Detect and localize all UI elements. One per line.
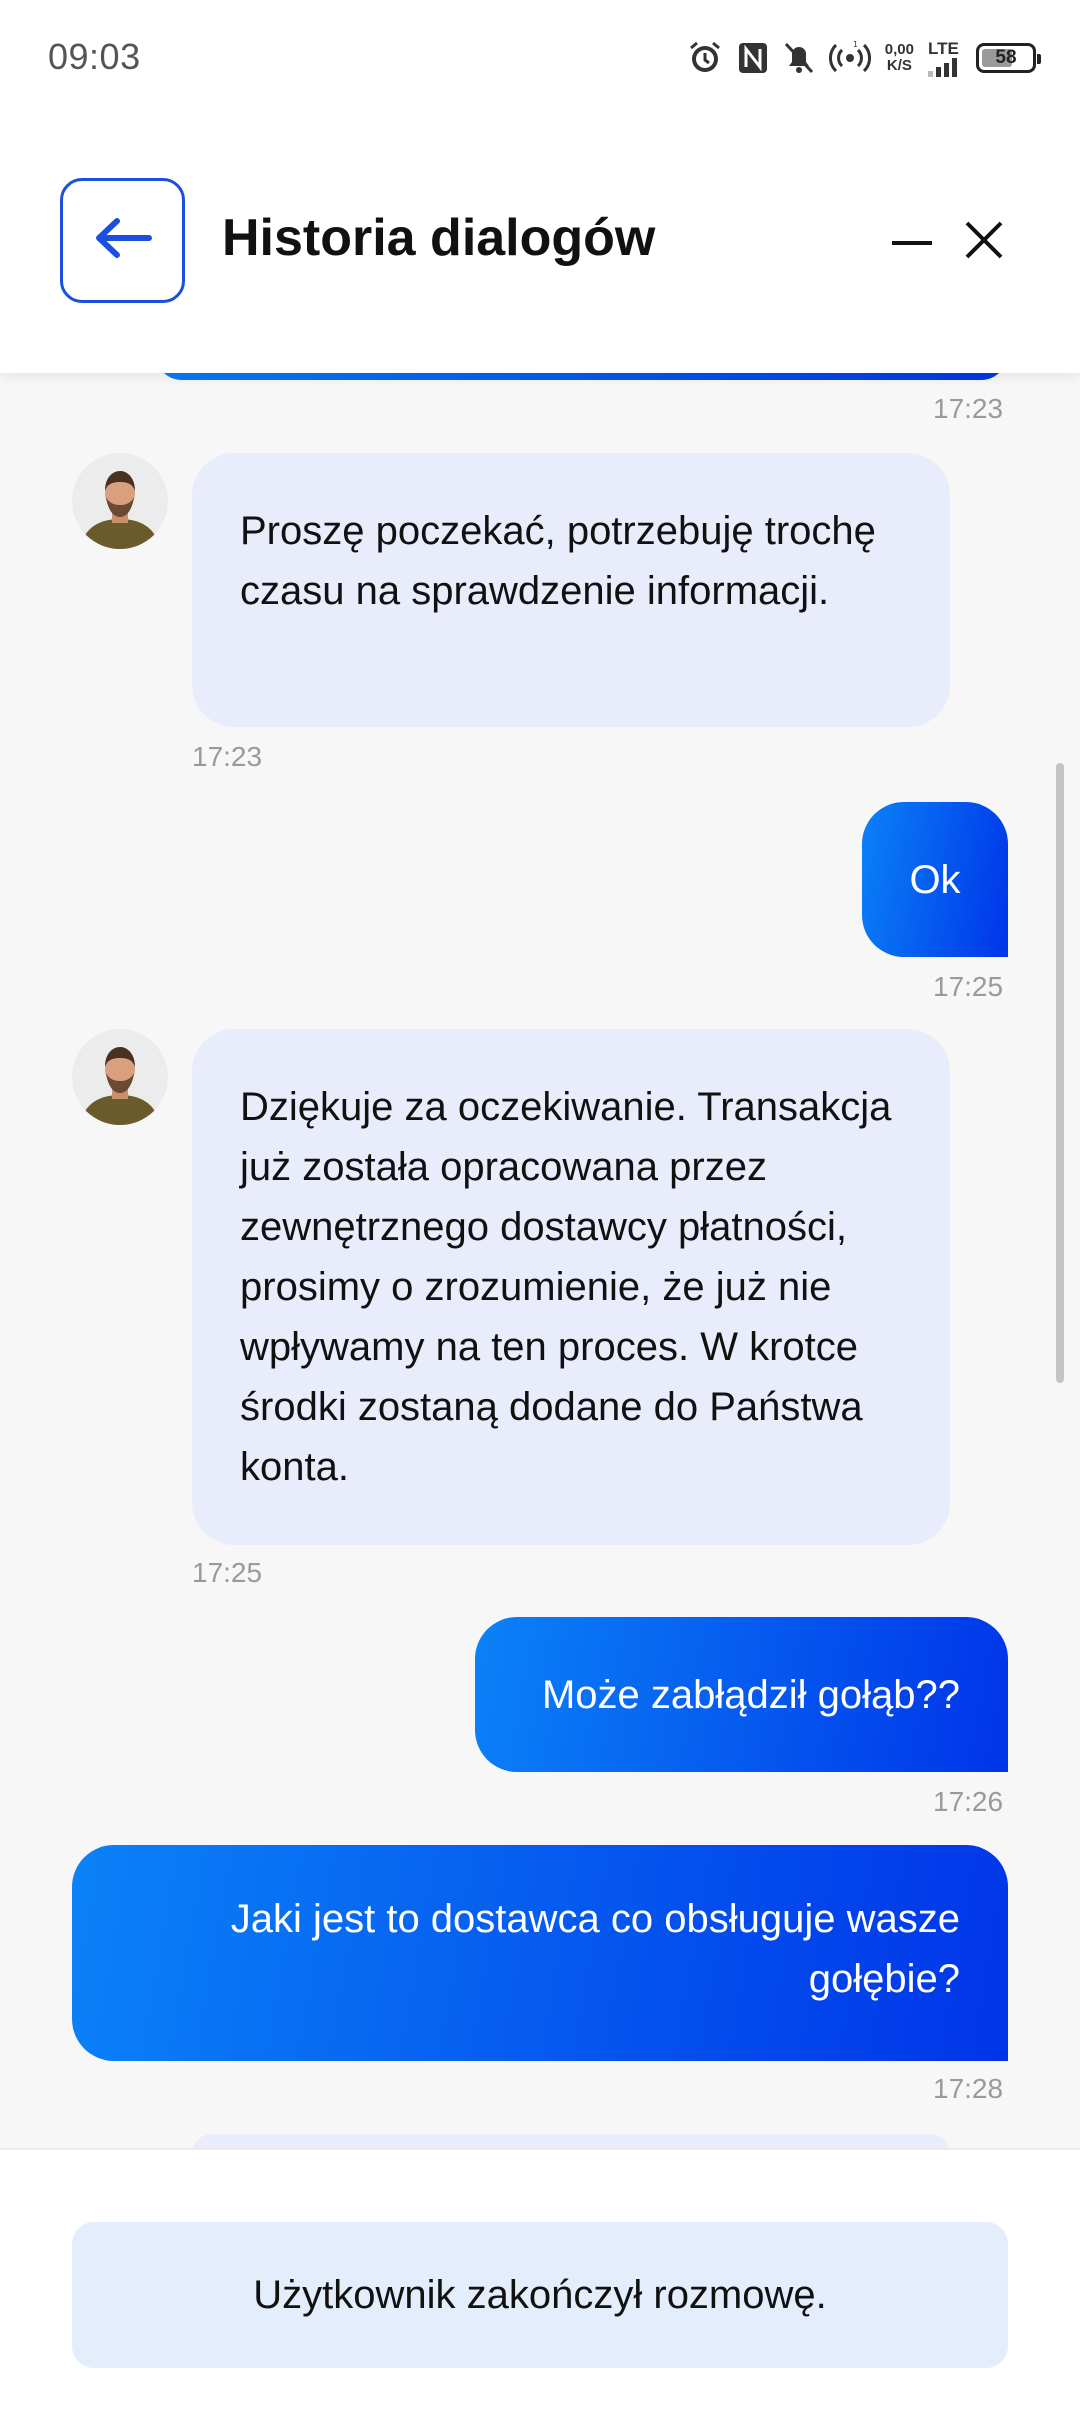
battery-level: 58 bbox=[995, 47, 1017, 68]
message-text: Dziękuje za oczekiwanie. Transakcja już … bbox=[240, 1085, 892, 1489]
message-time: 17:28 bbox=[933, 2073, 1004, 2104]
net-speed-unit: K/S bbox=[886, 57, 912, 74]
alarm-icon bbox=[687, 40, 723, 76]
status-bar: 09:03 1 0,00 K/S LTE 58 bbox=[0, 0, 1080, 118]
back-button[interactable] bbox=[60, 178, 185, 303]
nfc-icon bbox=[737, 41, 769, 75]
avatar bbox=[72, 1029, 168, 1125]
status-time: 09:03 bbox=[48, 36, 141, 77]
svg-text:1: 1 bbox=[853, 41, 858, 49]
footer: Użytkownik zakończył rozmowę. bbox=[0, 2148, 1080, 2436]
avatar bbox=[72, 453, 168, 549]
minimize-button[interactable] bbox=[888, 218, 936, 266]
signal-indicator: LTE bbox=[928, 40, 962, 77]
outgoing-message-bubble bbox=[155, 373, 1008, 380]
avatar bbox=[72, 2138, 168, 2148]
message-time: 17:23 bbox=[192, 741, 263, 772]
incoming-message-bubble: Proszę poczekać, potrzebuję trochę czasu… bbox=[192, 453, 950, 727]
net-speed: 0,00 K/S bbox=[885, 42, 914, 74]
outgoing-message-bubble: Ok bbox=[862, 802, 1008, 957]
close-icon bbox=[964, 220, 1004, 265]
message-time: 17:25 bbox=[192, 1557, 263, 1588]
hotspot-icon: 1 bbox=[828, 41, 871, 75]
status-icons: 1 0,00 K/S LTE 58 bbox=[687, 34, 1041, 82]
incoming-message-bubble: Dziękuje za oczekiwanie. Transakcja już … bbox=[192, 1029, 950, 1545]
message-text: Proszę poczekać, potrzebuję trochę czasu… bbox=[240, 509, 876, 613]
message-text: Jaki jest to dostawca co obsługuje wasze… bbox=[230, 1897, 960, 2001]
silent-bell-icon bbox=[783, 41, 815, 75]
minimize-icon bbox=[892, 233, 932, 251]
battery-icon: 58 bbox=[976, 43, 1041, 73]
incoming-message-bubble bbox=[192, 2134, 950, 2148]
message-time: 17:23 bbox=[933, 393, 1004, 424]
page-title: Historia dialogów bbox=[222, 209, 656, 267]
message-time: 17:25 bbox=[933, 971, 1004, 1002]
header: Historia dialogów bbox=[0, 118, 1080, 373]
network-type: LTE bbox=[928, 38, 959, 58]
signal-icon bbox=[928, 57, 962, 77]
message-text: Może zabłądził gołąb?? bbox=[541, 1672, 960, 1717]
message-time: 17:26 bbox=[933, 1786, 1004, 1817]
scrollbar[interactable] bbox=[1056, 763, 1064, 1383]
chat-history[interactable]: 17:23 Proszę poczekać, potrzebuję trochę… bbox=[0, 373, 1080, 2148]
outgoing-message-bubble: Jaki jest to dostawca co obsługuje wasze… bbox=[72, 1845, 1008, 2061]
message-text: Ok bbox=[909, 857, 961, 902]
notice-text: Użytkownik zakończył rozmowę. bbox=[253, 2272, 827, 2317]
net-speed-value: 0,00 bbox=[884, 41, 914, 58]
conversation-ended-notice: Użytkownik zakończył rozmowę. bbox=[72, 2222, 1008, 2368]
close-button[interactable] bbox=[960, 218, 1008, 266]
outgoing-message-bubble: Może zabłądził gołąb?? bbox=[475, 1617, 1008, 1772]
arrow-left-icon bbox=[93, 216, 153, 265]
